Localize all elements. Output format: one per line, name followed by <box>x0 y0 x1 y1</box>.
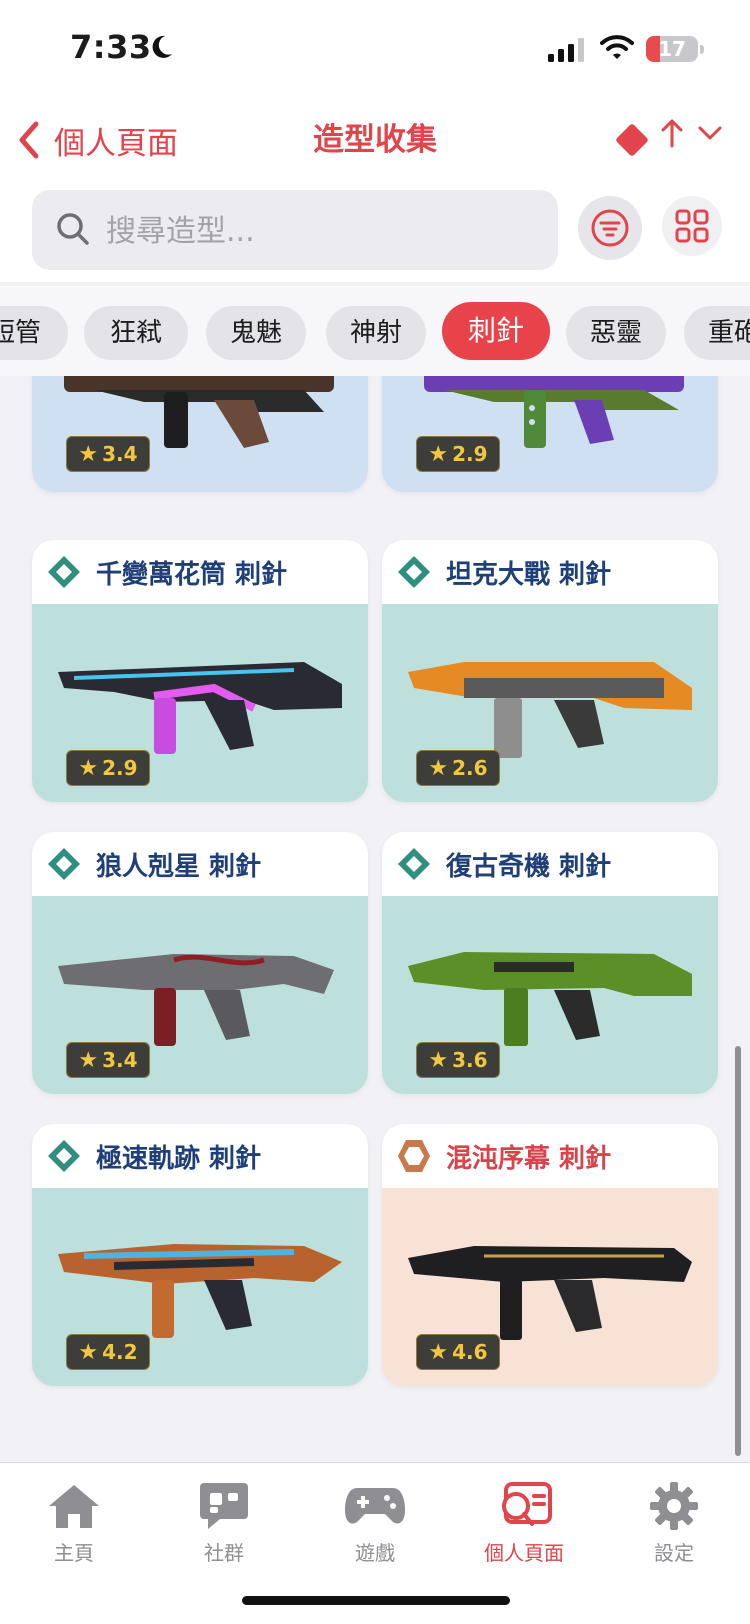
star-icon: ★ <box>78 441 99 467</box>
chat-bubble-icon <box>200 1483 248 1529</box>
stinger-skin-image <box>408 662 692 758</box>
search-box[interactable] <box>32 190 558 270</box>
stinger-skin-image <box>58 1244 342 1338</box>
skin-name: 極速軌跡 刺針 <box>96 1143 262 1174</box>
skin-card[interactable]: 混沌序幕 刺針 ★ 4.6 <box>382 1124 718 1386</box>
star-icon: ★ <box>428 1339 449 1365</box>
skin-card[interactable]: 極速軌跡 刺針 ★ 4.2 <box>32 1124 368 1386</box>
moon-icon <box>152 35 172 58</box>
tab-profile[interactable]: 個人頁面 <box>464 1477 584 1566</box>
cellular-signal-icon <box>548 38 584 62</box>
tab-label: 個人頁面 <box>484 1541 564 1565</box>
gear-icon <box>650 1482 698 1530</box>
arrow-up-icon[interactable] <box>660 118 684 148</box>
select-tier-icon <box>48 1140 80 1172</box>
rating-value: 2.9 <box>102 756 138 780</box>
skin-card[interactable]: 復古奇機 刺針 ★ 3.6 <box>382 832 718 1094</box>
rating-value: 3.4 <box>102 442 138 466</box>
rating-value: 4.6 <box>452 1340 488 1364</box>
rating-badge: ★ 3.4 <box>66 1042 150 1078</box>
chip-ghost[interactable]: 鬼魅 <box>206 306 306 360</box>
tab-label: 遊戲 <box>355 1541 395 1565</box>
star-icon: ★ <box>78 755 99 781</box>
stinger-skin-image <box>58 954 334 1046</box>
chip-shorty[interactable]: 短管 <box>0 306 68 360</box>
skin-name: 混沌序幕 刺針 <box>446 1143 612 1174</box>
select-tier-icon <box>398 848 430 880</box>
rating-badge: ★ 3.6 <box>416 1042 500 1078</box>
nav-bar: 個人頁面 造型收集 <box>0 100 750 186</box>
tab-home[interactable]: 主頁 <box>14 1477 134 1566</box>
select-tier-icon <box>48 848 80 880</box>
skin-card[interactable]: 狼人剋星 刺針 ★ 3.4 <box>32 832 368 1094</box>
rating-badge: ★ 3.4 <box>66 436 150 472</box>
grid-view-button[interactable] <box>662 196 722 256</box>
sort-controls[interactable] <box>660 118 722 148</box>
stinger-skin-image <box>58 662 342 754</box>
star-icon: ★ <box>78 1047 99 1073</box>
chip-bucky[interactable]: 重砲 <box>684 306 750 360</box>
exclusive-tier-icon <box>398 1140 430 1172</box>
rating-value: 2.9 <box>452 442 488 466</box>
status-bar: 7:33 17 <box>0 0 750 100</box>
grid-icon <box>675 209 709 243</box>
tab-games[interactable]: 遊戲 <box>315 1477 435 1566</box>
rating-badge: ★ 4.2 <box>66 1334 150 1370</box>
chip-frenzy[interactable]: 狂弒 <box>84 306 188 360</box>
tab-label: 設定 <box>654 1541 694 1565</box>
star-icon: ★ <box>78 1339 99 1365</box>
skin-name: 狼人剋星 刺針 <box>96 851 262 882</box>
skin-card[interactable]: 坦克大戰 刺針 ★ 2.6 <box>382 540 718 802</box>
scroll-indicator[interactable] <box>735 1046 741 1456</box>
home-icon <box>49 1485 99 1528</box>
skin-grid: ★ 3.4 ★ 2.9 千變萬花筒 刺針 ★ 2.9 坦克大戰 刺針 ★ 2.6… <box>0 376 750 1462</box>
tab-settings[interactable]: 設定 <box>614 1477 734 1566</box>
search-icon <box>57 213 89 245</box>
filter-button[interactable] <box>578 196 642 260</box>
battery-level: 17 <box>658 37 686 61</box>
chevron-down-icon[interactable] <box>698 125 722 141</box>
rating-value: 4.2 <box>102 1340 138 1364</box>
select-tier-icon <box>398 556 430 588</box>
search-input[interactable] <box>104 202 538 260</box>
skin-card[interactable]: ★ 3.4 <box>32 376 368 492</box>
rating-value: 3.6 <box>452 1048 488 1072</box>
filter-icon <box>591 209 629 247</box>
rating-badge: ★ 2.9 <box>416 436 500 472</box>
chip-sheriff[interactable]: 神射 <box>326 306 426 360</box>
battery-indicator: 17 <box>646 36 704 62</box>
skin-name: 復古奇機 刺針 <box>446 851 612 882</box>
skin-name: 千變萬花筒 刺針 <box>96 559 288 590</box>
status-time: 7:33 <box>70 28 152 66</box>
rating-value: 2.6 <box>452 756 488 780</box>
tab-label: 主頁 <box>54 1541 94 1565</box>
star-icon: ★ <box>428 1047 449 1073</box>
weapon-category-chips: 短管 狂弒 鬼魅 神射 刺針 惡靈 重砲 <box>0 286 750 376</box>
rating-badge: ★ 2.6 <box>416 750 500 786</box>
rating-badge: ★ 2.9 <box>66 750 150 786</box>
star-icon: ★ <box>428 441 449 467</box>
rating-value: 3.4 <box>102 1048 138 1072</box>
search-row <box>0 186 750 282</box>
select-tier-icon <box>48 556 80 588</box>
home-indicator <box>242 1596 510 1605</box>
skin-name: 坦克大戰 刺針 <box>446 559 612 590</box>
gamepad-icon <box>345 1488 405 1524</box>
profile-search-icon <box>502 1482 552 1526</box>
wifi-icon <box>600 35 634 59</box>
skin-card[interactable]: ★ 2.9 <box>382 376 718 492</box>
chip-spectre[interactable]: 惡靈 <box>566 306 666 360</box>
skin-card[interactable]: 千變萬花筒 刺針 ★ 2.9 <box>32 540 368 802</box>
star-icon: ★ <box>428 755 449 781</box>
radianite-diamond-icon[interactable] <box>612 120 652 160</box>
tab-community[interactable]: 社群 <box>164 1477 284 1566</box>
chip-stinger[interactable]: 刺針 <box>442 302 550 360</box>
stinger-skin-image <box>408 952 692 1046</box>
stinger-skin-image <box>408 1246 692 1340</box>
tab-label: 社群 <box>204 1541 244 1565</box>
rating-badge: ★ 4.6 <box>416 1334 500 1370</box>
